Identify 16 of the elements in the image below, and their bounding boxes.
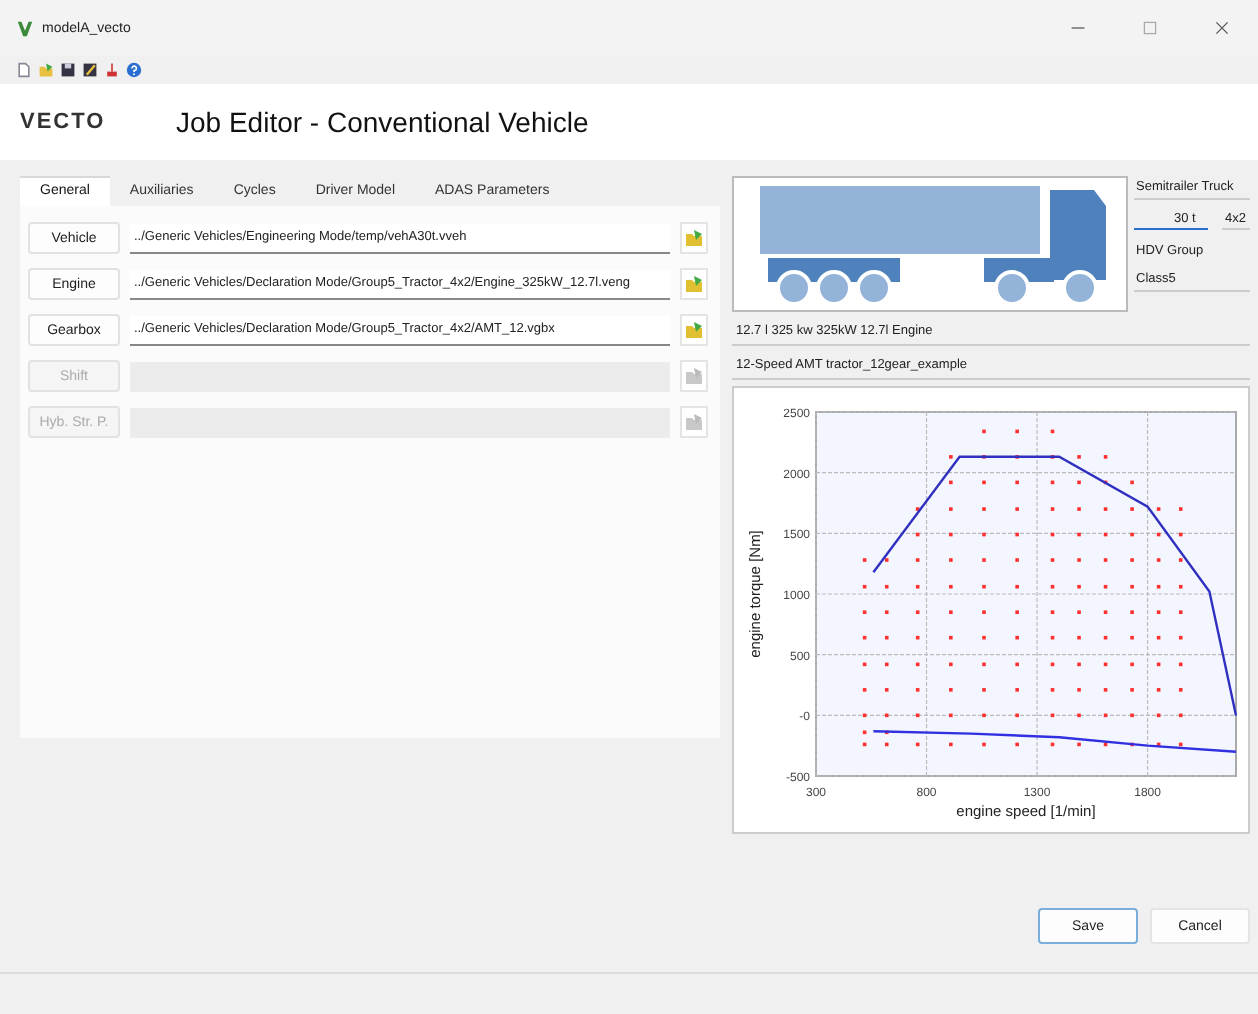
close-icon[interactable] xyxy=(1214,20,1230,36)
browse-folder-icon[interactable] xyxy=(680,406,708,438)
editor-title: Job Editor - Conventional Vehicle xyxy=(176,106,589,138)
app-icon xyxy=(16,19,34,37)
send-icon[interactable] xyxy=(104,62,120,78)
browse-folder-icon[interactable] xyxy=(680,268,708,300)
vecto-logo: VECTO xyxy=(20,110,108,134)
browse-folder-icon[interactable] xyxy=(680,360,708,392)
browse-folder-icon[interactable] xyxy=(680,222,708,254)
save-as-icon[interactable] xyxy=(82,62,98,78)
save-icon[interactable] xyxy=(60,62,76,78)
browse-folder-icon[interactable] xyxy=(680,314,708,346)
new-file-icon[interactable] xyxy=(16,62,32,78)
open-folder-icon[interactable] xyxy=(38,62,54,78)
help-icon[interactable] xyxy=(126,62,142,78)
maximize-icon[interactable] xyxy=(1142,20,1158,36)
